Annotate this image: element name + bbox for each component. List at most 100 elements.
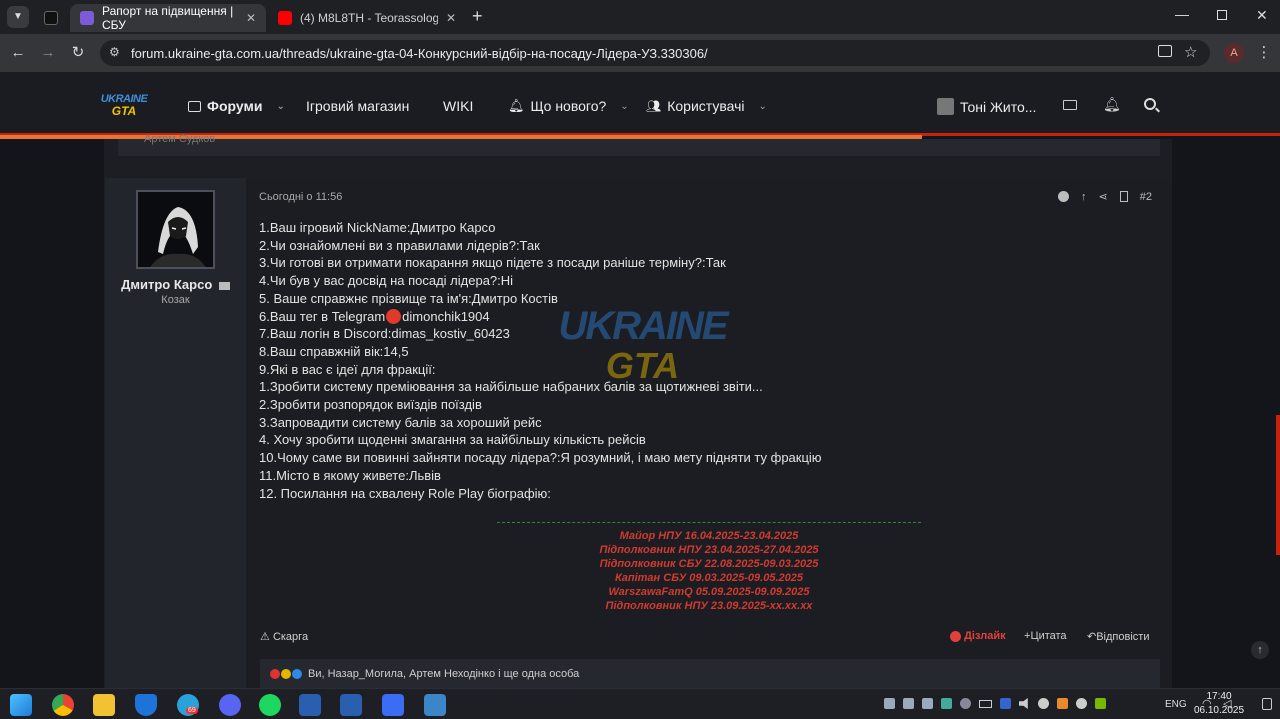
- close-window-icon[interactable]: ✕: [1256, 7, 1268, 24]
- forward-icon[interactable]: →: [38, 43, 58, 63]
- game-launcher-2-icon[interactable]: [340, 694, 362, 716]
- post-text-line: 12. Посилання на схвалену Role Play біог…: [259, 485, 551, 501]
- prev-post-author: Артем Судков: [144, 133, 216, 145]
- spotify-icon[interactable]: [259, 694, 281, 716]
- start-windows-icon[interactable]: [10, 694, 32, 716]
- reactions-bar[interactable]: Ви, Назар_Могила, Артем Неходінко і ще о…: [260, 659, 1160, 689]
- author-name[interactable]: Дмитро Карсо: [105, 277, 246, 292]
- report-button[interactable]: ⚠ Скарга: [260, 630, 308, 643]
- browser-tab-bar: ▼ Рапорт на підвищення | СБУ ✕ (4) M8L8T…: [0, 0, 1280, 34]
- post-text-line: 5. Ваше справжнє прізвище та ім'я:Дмитро…: [259, 290, 558, 306]
- nav-wiki[interactable]: WIKI: [443, 98, 473, 114]
- nav-shop[interactable]: Ігровий магазин: [306, 98, 409, 114]
- post-text-line: 2.Зробити розпорядок виїздів поїздів: [259, 397, 482, 412]
- nav-users[interactable]: 👥︎ Користувачі ⌄: [646, 98, 767, 114]
- post-text-line: 6.Ваш тег в Telegram dimonchik1904: [259, 308, 490, 324]
- signature-line: Підполковник СБУ 22.08.2025-09.03.2025: [599, 558, 819, 570]
- back-icon[interactable]: ←: [8, 43, 28, 63]
- tab-pinned[interactable]: [36, 4, 66, 32]
- tray-steam-icon[interactable]: [1076, 698, 1087, 709]
- trophy-reaction-icon: [281, 669, 291, 679]
- discord-icon[interactable]: [219, 694, 241, 716]
- minimize-icon[interactable]: —: [1175, 6, 1189, 22]
- share-icon[interactable]: ⋖: [1099, 190, 1108, 203]
- post-text-line: 2.Чи ознайомлені ви з правилами лідерів?…: [259, 237, 540, 253]
- tray-battery-icon[interactable]: [979, 700, 992, 708]
- site-logo[interactable]: UKRAINE GTA: [99, 93, 149, 121]
- verified-mail-icon: [218, 281, 230, 290]
- address-bar[interactable]: ⚙ forum.ukraine-gta.com.ua/threads/ukrai…: [100, 40, 1210, 66]
- tray-app-icon[interactable]: [884, 698, 895, 709]
- post-timestamp[interactable]: Сьогодні о 11:56: [259, 191, 342, 203]
- maximize-icon[interactable]: [1217, 10, 1227, 20]
- nav-whats-new[interactable]: 🔔︎ Що нового? ⌄: [508, 98, 629, 114]
- pinned-tab-icon: [44, 11, 58, 25]
- bookmark-star-icon[interactable]: ☆: [1184, 43, 1197, 61]
- tray-volume-icon[interactable]: [1019, 698, 1028, 709]
- user-avatar: [937, 98, 954, 115]
- game-launcher-icon[interactable]: [299, 694, 321, 716]
- close-tab-icon[interactable]: ✕: [238, 11, 256, 25]
- tray-app-icon[interactable]: [922, 698, 933, 709]
- tray-icons: [884, 698, 1114, 712]
- author-name-text: Дмитро Карсо: [121, 277, 213, 292]
- new-tab-icon[interactable]: +: [472, 6, 483, 27]
- reaction-icons: [270, 669, 302, 679]
- author-avatar[interactable]: [136, 190, 215, 269]
- notification-icon[interactable]: [1262, 698, 1272, 710]
- tray-app-icon[interactable]: [903, 698, 914, 709]
- signature-line: Підполковник НПУ 23.04.2025-27.04.2025: [599, 544, 819, 556]
- tray-game-icon[interactable]: [1000, 698, 1011, 709]
- tray-defender-icon[interactable]: [941, 698, 952, 709]
- angry-emoji-icon: [386, 308, 402, 324]
- dislike-button[interactable]: Дізлайк: [950, 630, 1006, 642]
- tab-search-button[interactable]: ▼: [7, 6, 29, 28]
- users-icon: 👥︎: [646, 99, 662, 113]
- language-indicator[interactable]: ENG: [1165, 699, 1187, 710]
- inbox-icon[interactable]: [1063, 100, 1077, 110]
- page-scrollbar[interactable]: [1276, 415, 1280, 555]
- post-number[interactable]: #2: [1140, 191, 1152, 203]
- chevron-down-icon[interactable]: ⌄: [620, 101, 628, 112]
- alerts-bell-icon[interactable]: 🔔︎: [1103, 96, 1121, 113]
- youtube-favicon: [278, 11, 292, 25]
- photos-icon[interactable]: [424, 694, 446, 716]
- tab-youtube[interactable]: (4) M8L8TH - Teorassologie Slo ✕: [268, 4, 466, 32]
- signature-divider: [497, 522, 921, 523]
- nav-forums[interactable]: Форуми ⌄: [188, 98, 285, 114]
- anime-avatar-image: [138, 192, 213, 267]
- menu-dots-icon[interactable]: ⋮: [1254, 43, 1274, 63]
- tray-discord-icon[interactable]: [960, 698, 971, 709]
- post-text-line: 9.Які в вас є ідеї для фракції:: [259, 361, 436, 377]
- quote-button[interactable]: +Цитата: [1024, 630, 1067, 642]
- check-circle-icon[interactable]: [1058, 191, 1069, 202]
- reload-icon[interactable]: ↻: [68, 43, 88, 63]
- reply-button[interactable]: ↶Відповісти: [1087, 630, 1149, 643]
- install-app-icon[interactable]: [1158, 45, 1172, 57]
- close-tab-icon[interactable]: ✕: [438, 11, 456, 25]
- tab-raport[interactable]: Рапорт на підвищення | СБУ ✕: [70, 4, 266, 32]
- chevron-down-icon[interactable]: ⌄: [276, 101, 284, 112]
- chevron-down-icon[interactable]: ⌄: [759, 101, 767, 112]
- signature-line: Майор НПУ 16.04.2025-23.04.2025: [619, 530, 799, 542]
- chrome-icon[interactable]: [52, 694, 74, 716]
- tray-telegram-icon[interactable]: [1038, 698, 1049, 709]
- site-info-icon[interactable]: ⚙: [109, 45, 120, 59]
- file-explorer-icon[interactable]: [93, 694, 115, 716]
- tab-title: (4) M8L8TH - Teorassologie Slo: [300, 11, 438, 25]
- tray-orange-icon[interactable]: [1057, 698, 1068, 709]
- clock[interactable]: 17:40 06.10.2025: [1190, 690, 1248, 718]
- scroll-to-top-button[interactable]: ↑: [1251, 641, 1269, 659]
- reactions-text[interactable]: Ви, Назар_Могила, Артем Неходінко і ще о…: [308, 668, 579, 680]
- telegram-handle: dimonchik1904: [402, 308, 490, 324]
- reply-arrow-icon: ↶: [1087, 631, 1097, 643]
- post-text-line: 7.Ваш логін в Discord:dimas_kostiv_60423: [259, 326, 510, 342]
- arrow-up-icon[interactable]: ↑: [1081, 191, 1087, 203]
- like-reaction-icon: [292, 669, 302, 679]
- tray-nvidia-icon[interactable]: [1095, 698, 1106, 709]
- bookmark-icon[interactable]: [1119, 191, 1128, 202]
- defender-icon[interactable]: [135, 694, 157, 716]
- profile-avatar[interactable]: A: [1224, 43, 1244, 63]
- roblox-icon[interactable]: [382, 694, 404, 716]
- user-menu[interactable]: Тоні Жито...: [937, 98, 1036, 115]
